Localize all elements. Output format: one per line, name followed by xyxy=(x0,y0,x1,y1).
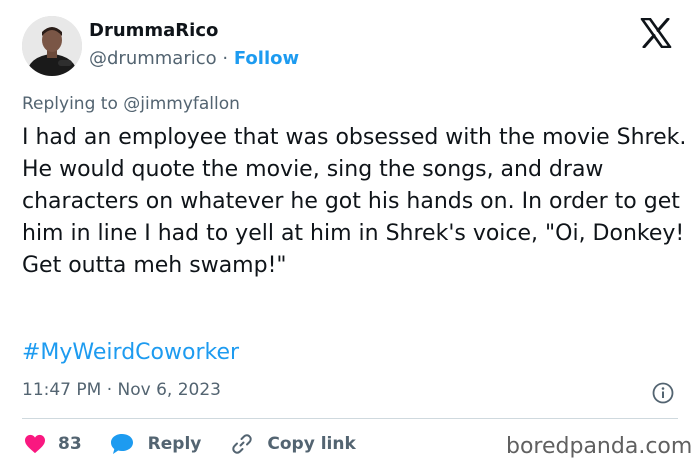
reply-label: Reply xyxy=(147,434,202,454)
info-icon[interactable] xyxy=(652,382,674,404)
avatar-photo xyxy=(22,16,82,76)
hashtag-link[interactable]: #MyWeirdCoworker xyxy=(22,340,239,365)
copy-link-button[interactable]: Copy link xyxy=(231,433,356,455)
reply-button[interactable]: Reply xyxy=(110,433,202,455)
author-handle[interactable]: @drummarico xyxy=(89,48,217,69)
avatar[interactable] xyxy=(22,16,82,76)
tweet-text: I had an employee that was obsessed with… xyxy=(22,125,687,278)
tweet-timestamp[interactable]: 11:47 PM · Nov 6, 2023 xyxy=(22,380,221,400)
reply-context: Replying to @jimmyfallon xyxy=(22,94,240,114)
separator-dot: · xyxy=(222,48,229,69)
reply-context-prefix: Replying to xyxy=(22,94,118,114)
copy-link-label: Copy link xyxy=(267,434,356,454)
link-icon xyxy=(231,433,253,455)
author-name[interactable]: DrummaRico xyxy=(89,20,218,41)
x-logo-icon[interactable] xyxy=(640,17,672,49)
author-handle-row: @drummarico · Follow xyxy=(89,48,299,69)
action-bar: 83 Reply Copy link xyxy=(24,432,356,456)
like-button[interactable]: 83 xyxy=(24,434,82,454)
like-count: 83 xyxy=(58,434,82,454)
speech-bubble-icon xyxy=(110,433,134,455)
watermark: boredpanda.com xyxy=(506,434,693,459)
divider xyxy=(22,418,678,419)
follow-button[interactable]: Follow xyxy=(234,48,299,69)
reply-target-link[interactable]: @jimmyfallon xyxy=(123,94,240,114)
heart-icon xyxy=(24,434,46,454)
